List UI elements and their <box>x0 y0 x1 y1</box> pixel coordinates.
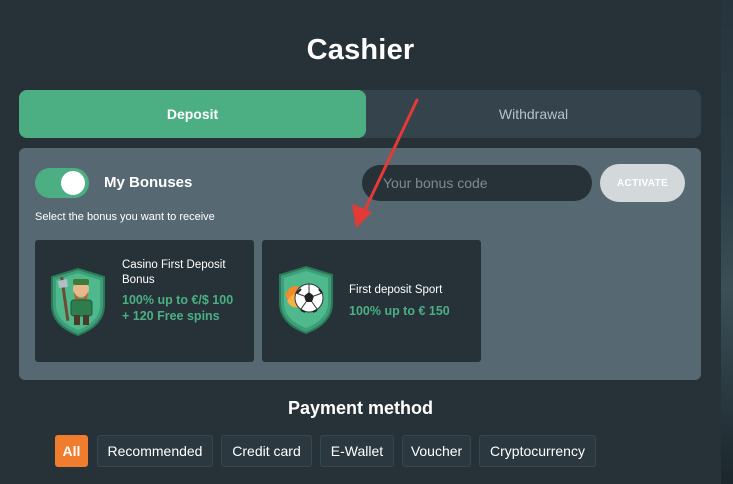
payment-method-title: Payment method <box>287 398 434 418</box>
tab-withdrawal[interactable]: Withdrawal <box>366 90 701 138</box>
bonus-card-sport[interactable]: First deposit Sport 100% up to € 150 <box>262 240 481 362</box>
filter-e-wallet[interactable]: E-Wallet <box>320 435 394 467</box>
lumberjack-shield-icon <box>51 267 105 337</box>
toggle-knob <box>61 171 85 195</box>
bonus-code-input[interactable] <box>362 165 592 201</box>
tab-deposit[interactable]: Deposit <box>19 90 366 138</box>
bonus-card-name: First deposit Sport <box>349 284 443 296</box>
bonus-card-offer: 100% up to € 150 <box>349 304 450 318</box>
filter-cryptocurrency[interactable]: Cryptocurrency <box>479 435 596 467</box>
my-bonuses-label: My Bonuses <box>104 174 193 191</box>
soccer-ball-shield-icon <box>279 265 333 335</box>
cashier-modal: Cashier Deposit Withdrawal My Bonuses AC… <box>0 0 721 484</box>
background-page-edge <box>719 0 733 484</box>
bonus-card-casino[interactable]: Casino First Deposit Bonus 100% up to €/… <box>35 240 254 362</box>
activate-button[interactable]: ACTIVATE <box>600 164 685 202</box>
bonus-card-offer: 100% up to €/$ 100 + 120 Free spins <box>122 293 234 323</box>
filter-all[interactable]: All <box>55 435 88 467</box>
filter-credit-card[interactable]: Credit card <box>221 435 312 467</box>
bonus-panel: My Bonuses ACTIVATE Select the bonus you… <box>19 148 701 380</box>
cashier-tabs: Deposit Withdrawal <box>19 90 701 138</box>
my-bonuses-toggle[interactable] <box>35 168 89 198</box>
bonus-card-name: Casino First Deposit Bonus <box>122 259 226 286</box>
bonus-select-hint: Select the bonus you want to receive <box>35 211 215 223</box>
modal-title: Cashier <box>306 34 415 66</box>
filter-voucher[interactable]: Voucher <box>402 435 471 467</box>
filter-recommended[interactable]: Recommended <box>97 435 213 467</box>
